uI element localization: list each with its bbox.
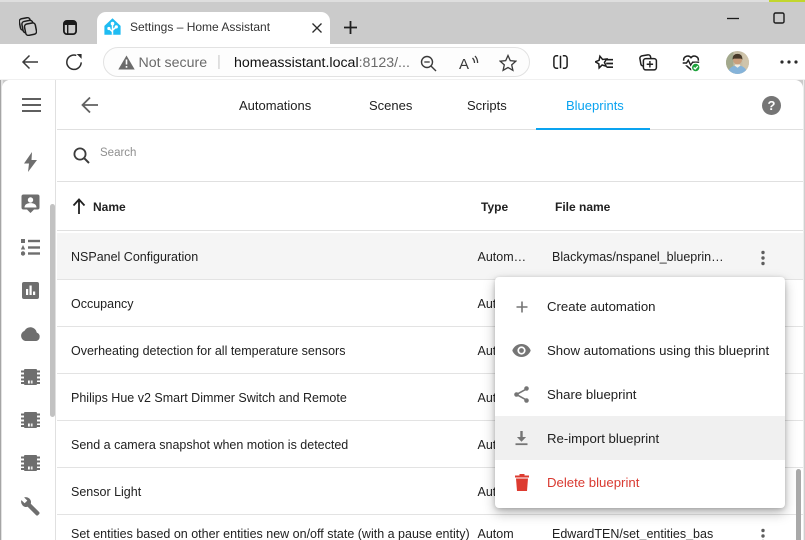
- svg-text:A: A: [459, 56, 469, 72]
